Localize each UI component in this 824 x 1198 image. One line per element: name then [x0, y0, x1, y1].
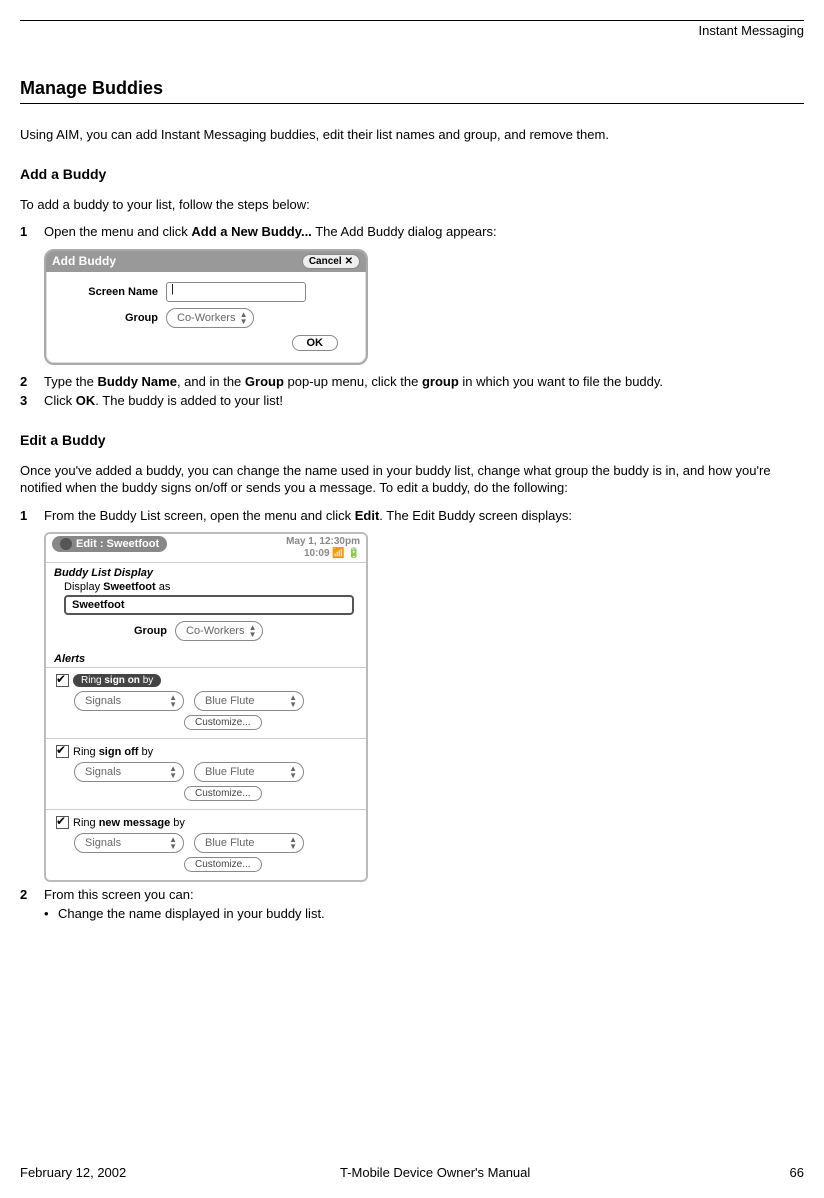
edit-step-2: 2 From this screen you can:	[20, 886, 804, 904]
alert-checkbox[interactable]	[56, 674, 69, 687]
updown-icon: ▲▼	[240, 311, 248, 325]
edit-step-1: 1 From the Buddy List screen, open the m…	[20, 507, 804, 525]
footer-date: February 12, 2002	[20, 1165, 126, 1180]
aim-icon	[60, 538, 72, 550]
signals-popup[interactable]: Signals▲▼	[74, 691, 184, 711]
footer-page: 66	[744, 1165, 804, 1180]
close-icon: ✕	[345, 256, 353, 267]
edit-lead: Once you've added a buddy, you can chang…	[20, 462, 804, 497]
dialog-title: Add Buddy	[52, 254, 302, 268]
alert-checkbox[interactable]	[56, 816, 69, 829]
add-step-2: 2 Type the Buddy Name, and in the Group …	[20, 373, 804, 391]
updown-icon: ▲▼	[249, 624, 257, 638]
ok-button[interactable]: OK	[292, 335, 339, 351]
add-buddy-dialog: Add Buddy Cancel ✕ Screen Name | Group C…	[44, 249, 368, 365]
signals-popup[interactable]: Signals▲▼	[74, 762, 184, 782]
add-step-1: 1 Open the menu and click Add a New Budd…	[20, 223, 804, 241]
alert-label: Ring new message by	[73, 817, 185, 829]
signal-icon: 📶	[332, 548, 344, 559]
add-step-3: 3 Click OK. The buddy is added to your l…	[20, 392, 804, 410]
section-buddy-display: Buddy List Display	[46, 563, 366, 579]
section-rule	[20, 103, 804, 104]
add-lead: To add a buddy to your list, follow the …	[20, 196, 804, 214]
status-time: 10:09	[304, 548, 330, 559]
customize-button[interactable]: Customize...	[184, 715, 262, 730]
alert-block: Ring sign on by Signals▲▼ Blue Flute▲▼ Cust…	[46, 667, 366, 738]
display-name-input[interactable]: Sweetfoot	[64, 595, 354, 615]
alert-checkbox[interactable]	[56, 745, 69, 758]
edit-group-popup[interactable]: Co-Workers ▲▼	[175, 621, 263, 641]
customize-button[interactable]: Customize...	[184, 786, 262, 801]
edit-buddy-screen: Edit : Sweetfoot May 1, 12:30pm 10:09 📶 …	[44, 532, 368, 882]
battery-icon: 🔋	[348, 548, 360, 559]
top-rule	[20, 20, 804, 21]
status-date: May 1, 12:30pm	[286, 536, 360, 547]
screen-name-label: Screen Name	[60, 286, 158, 298]
alert-block: Ring new message by Signals▲▼ Blue Flute▲▼…	[46, 809, 366, 880]
tone-popup[interactable]: Blue Flute▲▼	[194, 691, 304, 711]
tone-popup[interactable]: Blue Flute▲▼	[194, 762, 304, 782]
edit-group-label: Group	[134, 625, 167, 637]
edit-heading: Edit a Buddy	[20, 432, 804, 448]
signals-popup[interactable]: Signals▲▼	[74, 833, 184, 853]
bullet-change-name: • Change the name displayed in your budd…	[44, 906, 804, 921]
group-popup[interactable]: Co-Workers ▲▼	[166, 308, 254, 328]
page-footer: February 12, 2002 T-Mobile Device Owner'…	[20, 1165, 804, 1180]
group-label: Group	[60, 312, 158, 324]
tone-popup[interactable]: Blue Flute▲▼	[194, 833, 304, 853]
section-alerts: Alerts	[46, 649, 366, 667]
intro-text: Using AIM, you can add Instant Messaging…	[20, 126, 804, 144]
customize-button[interactable]: Customize...	[184, 857, 262, 872]
running-header: Instant Messaging	[20, 23, 804, 38]
screen-name-input[interactable]: |	[166, 282, 306, 302]
screen-title-chip: Edit : Sweetfoot	[52, 536, 167, 552]
alert-label: Ring sign on by	[73, 674, 161, 687]
section-title: Manage Buddies	[20, 78, 804, 99]
add-heading: Add a Buddy	[20, 166, 804, 182]
footer-title: T-Mobile Device Owner's Manual	[126, 1165, 744, 1180]
alert-label: Ring sign off by	[73, 746, 153, 758]
cancel-button[interactable]: Cancel ✕	[302, 254, 360, 269]
alert-block: Ring sign off by Signals▲▼ Blue Flute▲▼ Cus…	[46, 738, 366, 809]
